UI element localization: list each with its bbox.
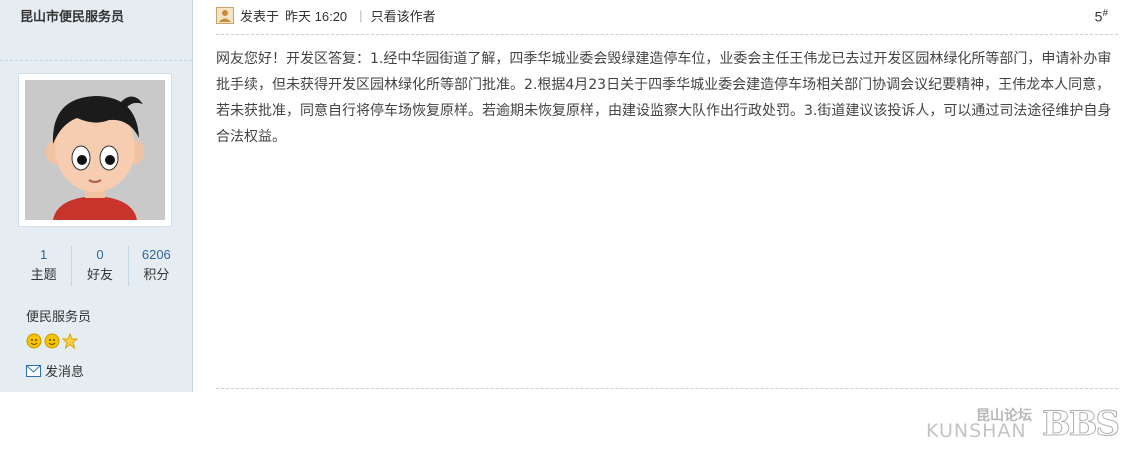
posted-time: 昨天 16:20 (285, 8, 348, 24)
watermark-bbs: BBS (1041, 404, 1120, 445)
online-status-icon (216, 6, 234, 24)
stat-points[interactable]: 6206 积分 (127, 246, 184, 286)
sidebar-divider (0, 60, 192, 61)
author-stats: 1 主题 0 好友 6206 积分 (16, 246, 184, 286)
stat-value[interactable]: 1 (16, 246, 71, 264)
stat-value[interactable]: 6206 (129, 246, 184, 264)
star-icon (62, 333, 78, 349)
stat-label: 主题 (30, 267, 57, 282)
post-meta: 发表于 昨天 16:20 | 只看该作者 (216, 6, 436, 24)
floor-mark: # (1102, 8, 1108, 19)
post-body: 网友您好！开发区答复：1.经中华园街道了解，四季华城业委会毁绿建造停车位，业委会… (216, 51, 1112, 145)
post-bottom-divider (216, 388, 1118, 389)
sun-icon (44, 333, 60, 349)
stat-label: 积分 (143, 267, 170, 282)
cartoon-avatar-icon (25, 80, 165, 220)
posted-label: 发表于 (240, 8, 280, 24)
author-sidebar: 昆山市便民服务员 1 主题 0 好友 6206 积分 便民服务员 发消息 (0, 0, 193, 392)
user-group[interactable]: 便民服务员 (26, 306, 91, 325)
stat-friends[interactable]: 0 好友 (71, 246, 127, 286)
site-watermark-logo: 昆山论坛 KUNSHAN BBS (926, 404, 1121, 445)
post-content-area: 发表于 昨天 16:20 | 只看该作者 5# 网友您好！开发区答复：1.经中华… (200, 0, 1120, 392)
avatar-frame (18, 73, 172, 227)
meta-divider: | (359, 7, 363, 23)
floor-number[interactable]: 5# (1095, 8, 1108, 25)
envelope-icon (26, 364, 41, 377)
forum-post: 昆山市便民服务员 1 主题 0 好友 6206 积分 便民服务员 发消息 发表于… (0, 0, 1125, 392)
avatar[interactable] (25, 80, 165, 220)
stat-value[interactable]: 0 (72, 246, 127, 264)
send-message-link[interactable]: 发消息 (26, 361, 84, 380)
stat-label: 好友 (86, 267, 113, 282)
send-message-label[interactable]: 发消息 (45, 361, 84, 380)
author-name[interactable]: 昆山市便民服务员 (20, 6, 124, 25)
stat-threads[interactable]: 1 主题 (16, 246, 71, 286)
rank-icons (26, 333, 78, 349)
author-only-link[interactable]: 只看该作者 (371, 6, 436, 25)
sun-icon (26, 333, 42, 349)
meta-divider-line (216, 34, 1118, 35)
watermark-en: KUNSHAN (926, 420, 1027, 442)
